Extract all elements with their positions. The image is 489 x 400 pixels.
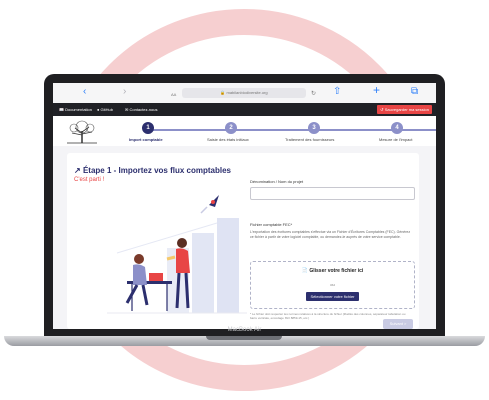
chevron-left-icon[interactable]: ‹ xyxy=(83,86,86,98)
or-separator: ou xyxy=(330,282,335,287)
file-dropzone[interactable]: 📄 Glisser votre fichier ici ou Sélection… xyxy=(250,261,415,309)
laptop-lid: ‹ › AA 🔒 mabilanbiodiversite.org ↻ ⇧ + ⧉… xyxy=(44,74,445,336)
tabs-icon[interactable]: ⧉ xyxy=(411,86,418,98)
step-2-label: Saisie des états initiaux xyxy=(207,137,249,142)
chevron-right-icon[interactable]: › xyxy=(123,86,126,98)
save-session-label: Sauvegarder ma session xyxy=(384,107,429,112)
contact-link[interactable]: ✉ Contactez-nous xyxy=(125,103,157,116)
page-subtitle: C'est parti ! xyxy=(74,177,105,183)
contact-link-label: Contactez-nous xyxy=(129,107,158,112)
progress-stepper: 1 2 3 4 Import comptable Saisie des état… xyxy=(53,116,436,146)
reader-button[interactable]: AA xyxy=(171,89,176,101)
step-1-circle[interactable]: 1 xyxy=(142,122,154,134)
step-3-label: Traitement des fournisseurs xyxy=(285,137,335,142)
people-illustration xyxy=(107,195,247,314)
trend-icon: ↗ xyxy=(74,166,83,175)
github-link[interactable]: ● GitHub xyxy=(97,103,113,116)
step-4-circle[interactable]: 4 xyxy=(391,122,403,134)
tree-logo-icon xyxy=(67,120,97,144)
documentation-link-label: Documentation xyxy=(65,107,92,112)
app-topbar: 📖 Documentation ● GitHub ✉ Contactez-nou… xyxy=(53,103,436,116)
url-text: mabilanbiodiversite.org xyxy=(226,90,268,95)
laptop-brand-label: MacBook Air xyxy=(227,327,262,333)
select-file-button[interactable]: Sélectionner votre fichier xyxy=(306,292,359,301)
laptop-screen: ‹ › AA 🔒 mabilanbiodiversite.org ↻ ⇧ + ⧉… xyxy=(53,83,436,329)
browser-toolbar: ‹ › AA 🔒 mabilanbiodiversite.org ↻ ⇧ + ⧉ xyxy=(53,83,436,104)
new-tab-icon[interactable]: + xyxy=(373,84,380,96)
step-2-circle[interactable]: 2 xyxy=(225,122,237,134)
share-icon[interactable]: ⇧ xyxy=(333,86,341,98)
project-name-label: Dénomination / Nom du projet xyxy=(250,179,304,184)
project-name-input[interactable] xyxy=(250,187,415,200)
step-4-label: Mesure de l'impact xyxy=(379,137,413,142)
fec-file-label: Fichier comptable FEC* xyxy=(250,222,293,227)
address-bar[interactable]: 🔒 mabilanbiodiversite.org xyxy=(182,88,306,98)
lock-icon: 🔒 xyxy=(220,90,226,95)
documentation-link[interactable]: 📖 Documentation xyxy=(59,103,92,116)
dropzone-label: 📄 Glisser votre fichier ici xyxy=(251,268,414,274)
save-session-button[interactable]: ↺ Sauvegarder ma session xyxy=(377,105,432,114)
step-1-label: Import comptable xyxy=(129,137,163,142)
github-link-label: GitHub xyxy=(100,107,113,112)
reload-icon[interactable]: ↻ xyxy=(311,88,316,100)
page-title: ↗ Étape 1 - Importez vos flux comptables xyxy=(74,166,231,175)
dropzone-label-text: Glisser votre fichier ici xyxy=(309,268,364,274)
step-3-circle[interactable]: 3 xyxy=(308,122,320,134)
page-title-text: Étape 1 - Importez vos flux comptables xyxy=(82,166,231,175)
fec-help-text: L'exportation des écritures comptables s… xyxy=(250,230,411,239)
import-card: ↗ Étape 1 - Importez vos flux comptables… xyxy=(67,153,419,329)
rocket-icon xyxy=(200,195,219,214)
laptop-notch xyxy=(206,336,282,340)
